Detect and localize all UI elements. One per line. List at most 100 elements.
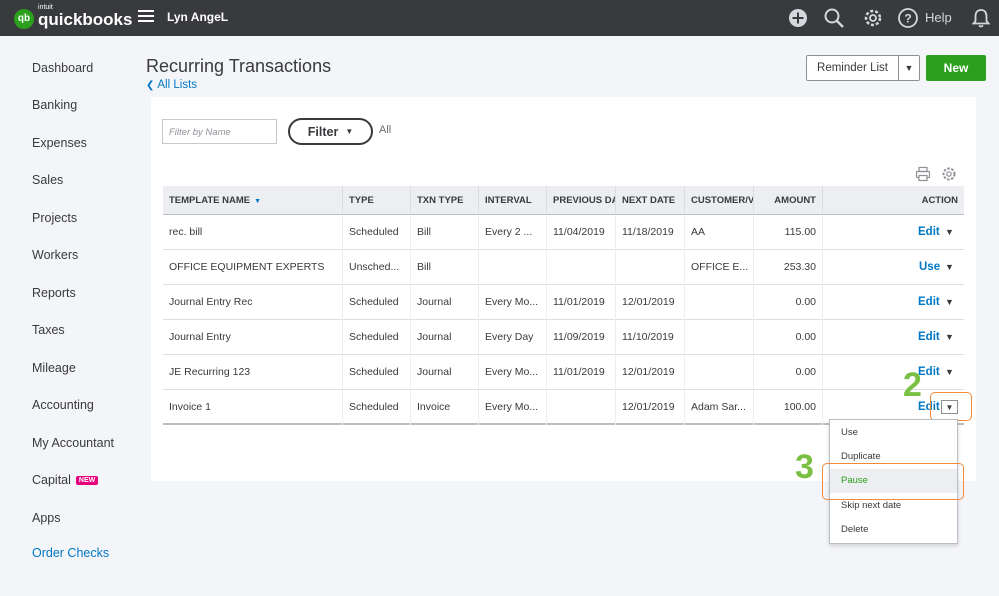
action-caret-down-icon[interactable]: ▼ xyxy=(945,250,954,285)
cell-customer: AA xyxy=(685,215,754,250)
sort-down-icon: ▼ xyxy=(254,198,262,205)
cell-next-date: 11/18/2019 xyxy=(616,215,685,250)
page-title: Recurring Transactions xyxy=(146,56,332,76)
new-button[interactable]: New xyxy=(926,55,986,81)
quickbooks-logo[interactable]: qb intuit quickbooks xyxy=(14,4,133,30)
table-row[interactable]: Journal Entry Scheduled Journal Every Da… xyxy=(163,320,964,355)
sidebar-item-capital[interactable]: Capital NEW xyxy=(32,473,99,487)
settings-gear-icon[interactable] xyxy=(941,166,957,182)
column-header-next-date[interactable]: NEXT DATE xyxy=(616,186,685,215)
left-sidebar: Dashboard Banking Expenses Sales Project… xyxy=(0,36,140,596)
cell-next-date: 11/10/2019 xyxy=(616,320,685,355)
cell-txn-type: Invoice xyxy=(411,390,479,425)
cell-next-date: 12/01/2019 xyxy=(616,390,685,425)
cell-previous-date xyxy=(547,390,616,425)
table-row[interactable]: rec. bill Scheduled Bill Every 2 ... 11/… xyxy=(163,215,964,250)
sidebar-item-accounting[interactable]: Accounting xyxy=(32,398,94,412)
cell-amount: 0.00 xyxy=(754,355,823,390)
cell-interval xyxy=(479,250,547,285)
menu-item-use[interactable]: Use xyxy=(830,421,957,445)
edit-link[interactable]: Edit xyxy=(918,215,940,250)
cell-template-name: JE Recurring 123 xyxy=(163,355,343,390)
cell-template-name: Journal Entry Rec xyxy=(163,285,343,320)
logo-brand-text: quickbooks xyxy=(38,10,133,29)
edit-link[interactable]: Edit xyxy=(918,320,940,355)
sidebar-item-expenses[interactable]: Expenses xyxy=(32,136,87,150)
cell-next-date: 12/01/2019 xyxy=(616,285,685,320)
help-icon[interactable]: ? xyxy=(897,7,919,29)
all-lists-link[interactable]: ❮ All Lists xyxy=(146,79,197,91)
edit-link[interactable]: Edit xyxy=(918,285,940,320)
cell-customer xyxy=(685,285,754,320)
filter-by-name-input[interactable]: Filter by Name xyxy=(162,119,277,144)
help-label[interactable]: Help xyxy=(925,10,952,25)
cell-template-name: rec. bill xyxy=(163,215,343,250)
company-name[interactable]: Lyn AngeL xyxy=(167,10,228,24)
sidebar-item-order-checks[interactable]: Order Checks xyxy=(32,546,109,560)
table-row[interactable]: Journal Entry Rec Scheduled Journal Ever… xyxy=(163,285,964,320)
cell-interval: Every Mo... xyxy=(479,355,547,390)
cell-template-name: Journal Entry xyxy=(163,320,343,355)
new-badge: NEW xyxy=(75,476,99,486)
cell-previous-date: 11/01/2019 xyxy=(547,285,616,320)
gear-icon[interactable] xyxy=(862,7,884,29)
plus-icon[interactable] xyxy=(787,7,809,29)
reminder-list-button[interactable]: Reminder List xyxy=(806,55,899,81)
column-header-customer-vendor[interactable]: CUSTOMER/V xyxy=(685,186,754,215)
sidebar-item-apps[interactable]: Apps xyxy=(32,511,61,525)
cell-customer: OFFICE E... xyxy=(685,250,754,285)
annotation-box-step-2 xyxy=(930,392,972,421)
table-row[interactable]: JE Recurring 123 Scheduled Journal Every… xyxy=(163,355,964,390)
sidebar-item-projects[interactable]: Projects xyxy=(32,211,77,225)
cell-interval: Every Day xyxy=(479,320,547,355)
column-label: TEMPLATE NAME xyxy=(169,195,251,206)
filter-button[interactable]: Filter ▼ xyxy=(288,118,373,145)
action-caret-down-icon[interactable]: ▼ xyxy=(945,355,954,390)
cell-type: Scheduled xyxy=(343,285,411,320)
cell-type: Scheduled xyxy=(343,320,411,355)
action-caret-down-icon[interactable]: ▼ xyxy=(945,320,954,355)
cell-customer xyxy=(685,355,754,390)
column-header-txn-type[interactable]: TXN TYPE xyxy=(411,186,479,215)
sidebar-item-taxes[interactable]: Taxes xyxy=(32,323,65,337)
cell-customer: Adam Sar... xyxy=(685,390,754,425)
column-header-previous-date[interactable]: PREVIOUS DA xyxy=(547,186,616,215)
bell-icon[interactable] xyxy=(970,7,992,29)
sidebar-item-mileage[interactable]: Mileage xyxy=(32,361,76,375)
action-caret-down-icon[interactable]: ▼ xyxy=(945,215,954,250)
cell-txn-type: Bill xyxy=(411,250,479,285)
top-navigation-bar: qb intuit quickbooks Lyn AngeL ? Help xyxy=(0,0,999,36)
filter-label: Filter xyxy=(307,124,339,139)
column-header-action: ACTION xyxy=(921,195,958,206)
cell-interval: Every Mo... xyxy=(479,285,547,320)
sidebar-item-dashboard[interactable]: Dashboard xyxy=(32,61,93,75)
cell-type: Scheduled xyxy=(343,215,411,250)
column-header-type[interactable]: TYPE xyxy=(343,186,411,215)
hamburger-menu-icon[interactable] xyxy=(138,10,154,23)
column-header-interval[interactable]: INTERVAL xyxy=(479,186,547,215)
action-caret-down-icon[interactable]: ▼ xyxy=(945,285,954,320)
table-row[interactable]: OFFICE EQUIPMENT EXPERTS Unsched... Bill… xyxy=(163,250,964,285)
sidebar-item-reports[interactable]: Reports xyxy=(32,286,76,300)
menu-item-delete[interactable]: Delete xyxy=(830,518,957,542)
chevron-left-icon: ❮ xyxy=(146,80,155,91)
column-header-template-name[interactable]: TEMPLATE NAME ▼ xyxy=(163,186,343,215)
table-header: TEMPLATE NAME ▼ TYPE TXN TYPE INTERVAL PR… xyxy=(163,186,964,215)
logo-wordmark: intuit quickbooks xyxy=(38,4,133,30)
cell-template-name: OFFICE EQUIPMENT EXPERTS xyxy=(163,250,343,285)
sidebar-item-workers[interactable]: Workers xyxy=(32,248,78,262)
cell-template-name: Invoice 1 xyxy=(163,390,343,425)
caret-down-icon: ▼ xyxy=(904,63,914,73)
cell-amount: 0.00 xyxy=(754,320,823,355)
cell-next-date: 12/01/2019 xyxy=(616,355,685,390)
use-link[interactable]: Use xyxy=(919,250,940,285)
print-icon[interactable] xyxy=(915,166,931,182)
sidebar-item-sales[interactable]: Sales xyxy=(32,173,63,187)
search-icon[interactable] xyxy=(823,7,845,29)
sidebar-item-banking[interactable]: Banking xyxy=(32,98,77,112)
sidebar-item-my-accountant[interactable]: My Accountant xyxy=(32,436,114,450)
column-header-amount[interactable]: AMOUNT xyxy=(754,186,823,215)
reminder-list-dropdown-caret[interactable]: ▼ xyxy=(899,55,920,81)
cell-previous-date xyxy=(547,250,616,285)
cell-interval: Every Mo... xyxy=(479,390,547,425)
